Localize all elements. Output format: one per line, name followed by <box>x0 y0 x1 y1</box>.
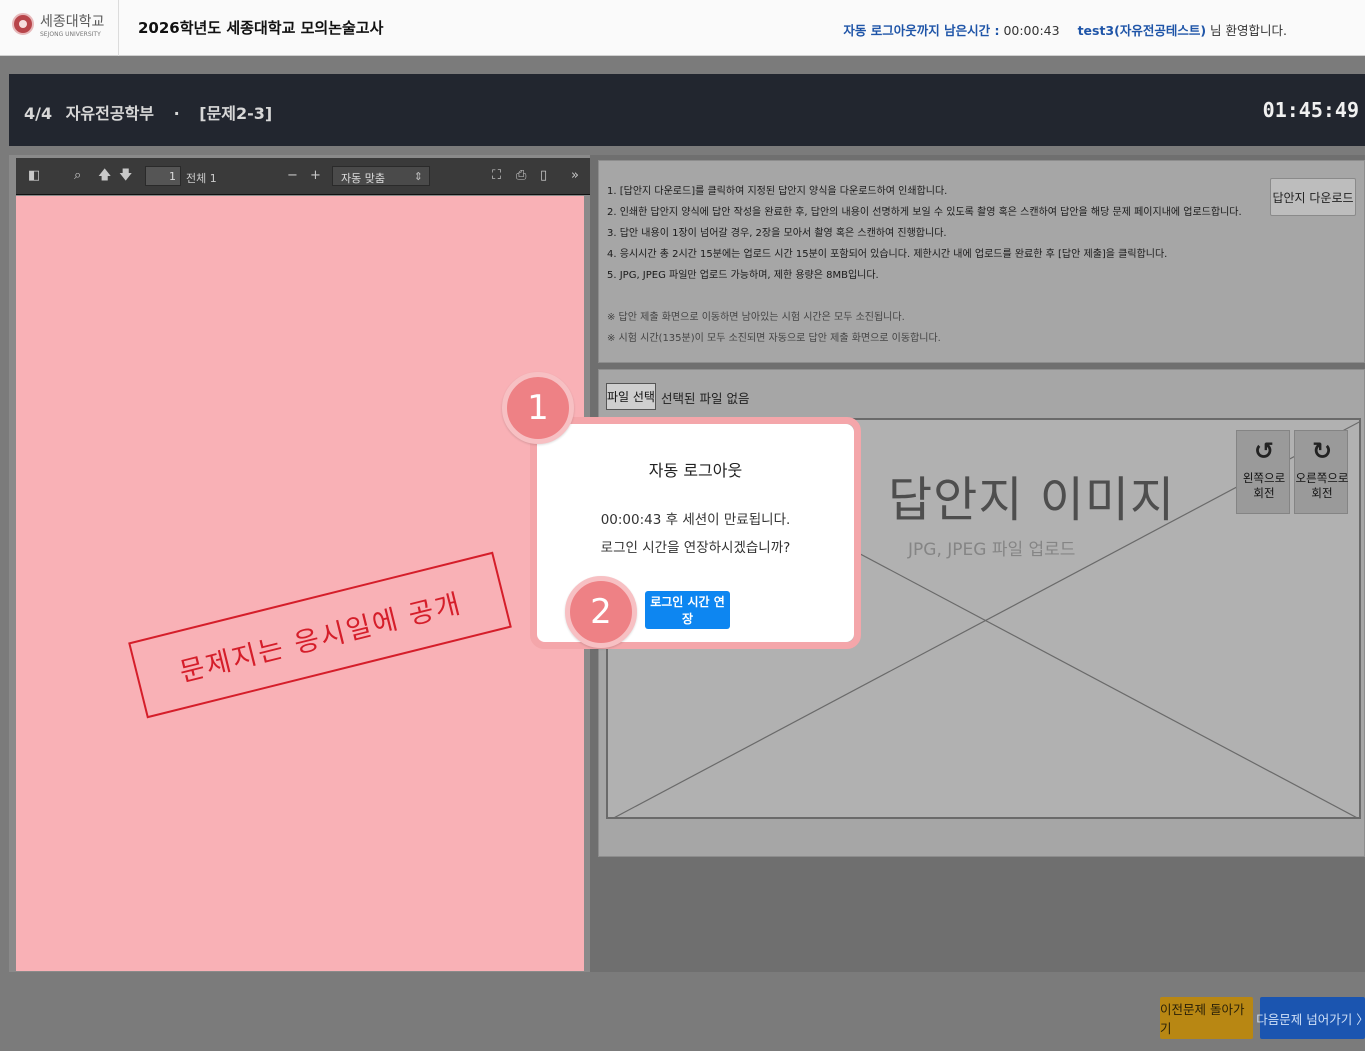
question-header: 4/4 자유전공학부 · [문제2-3] 01:45:49 <box>9 74 1365 146</box>
instruction-line: 2. 인쇄한 답안지 양식에 답안 작성을 완료한 후, 답안의 내용이 선명하… <box>607 207 1242 218</box>
notice-stamp: 문제지는 응시일에 공개 <box>128 551 512 719</box>
rotate-right-icon: ↻ <box>1311 437 1333 465</box>
select-arrows-icon: ⇕ <box>413 170 423 183</box>
page-number-input[interactable]: 1 <box>145 166 181 186</box>
fullscreen-icon[interactable]: ⛶ <box>492 168 501 184</box>
rotate-right-button[interactable]: ↻ 오른쪽으로 회전 <box>1294 430 1348 514</box>
instruction-line: 3. 답안 내용이 1장이 넘어갈 경우, 2장을 모아서 촬영 혹은 스캔하여… <box>607 228 947 239</box>
university-emblem-icon <box>12 13 34 35</box>
question-progress: 4/4 <box>24 104 53 123</box>
answer-sheet-download-button[interactable]: 답안지 다운로드 <box>1270 178 1356 216</box>
welcome-text: 님 환영합니다. <box>1210 23 1287 38</box>
image-placeholder-subtitle: JPG, JPEG 파일 업로드 <box>908 540 1076 560</box>
top-bar: 세종대학교 SEJONG UNIVERSITY 2026학년도 세종대학교 모의… <box>0 0 1365 56</box>
instruction-note: ※ 시험 시간(135분)이 모두 소진되면 자동으로 답안 제출 화면으로 이… <box>607 333 941 344</box>
zoom-in-button[interactable]: + <box>310 168 321 184</box>
department-name: 자유전공학부 <box>65 104 155 123</box>
exam-title: 2026학년도 세종대학교 모의논술고사 <box>138 19 384 37</box>
rotate-left-button[interactable]: ↺ 왼쪽으로 회전 <box>1236 430 1290 514</box>
sidebar-toggle-icon[interactable]: ◧ <box>28 168 40 184</box>
logout-timer-label: 자동 로그아웃까지 남은시간 : <box>843 23 1000 38</box>
question-info: 4/4 자유전공학부 · [문제2-3] <box>24 100 280 124</box>
extend-login-button[interactable]: 로그인 시간 연장 <box>645 591 730 629</box>
logo-korean-name: 세종대학교 <box>40 14 105 30</box>
rotate-left-label: 왼쪽으로 회전 <box>1242 471 1286 500</box>
instructions-box: 1. [답안지 다운로드]를 클릭하여 지정된 답안지 양식을 다운로드하여 인… <box>598 160 1365 363</box>
previous-question-button[interactable]: 이전문제 돌아가기 <box>1160 997 1253 1039</box>
search-icon[interactable]: ⌕ <box>74 168 81 184</box>
dialog-question: 로그인 시간을 연장하시겠습니까? <box>600 540 791 556</box>
rotate-right-label: 오른쪽으로 회전 <box>1295 471 1349 500</box>
zoom-value: 자동 맞춤 <box>341 172 385 185</box>
instruction-line: 4. 응시시간 총 2시간 15분에는 업로드 시간 15분이 포함되어 있습니… <box>607 249 1168 260</box>
dialog-message: 00:00:43 후 세션이 만료됩니다. <box>600 512 791 528</box>
step-marker-1: 1 <box>502 372 574 444</box>
rotate-left-icon: ↺ <box>1253 437 1275 465</box>
instruction-line: 1. [답안지 다운로드]를 클릭하여 지정된 답안지 양식을 다운로드하여 인… <box>607 186 948 197</box>
pdf-page: 문제지는 응시일에 공개 <box>16 196 584 971</box>
image-placeholder-title: 답안지 이미지 <box>888 472 1176 528</box>
instruction-note: ※ 답안 제출 화면으로 이동하면 남아있는 시험 시간은 모두 소진됩니다. <box>607 312 905 323</box>
exam-timer: 01:45:49 <box>1262 98 1359 122</box>
pdf-toolbar: ◧ ⌕ 🡅 🡇 1 전체 1 − + 자동 맞춤 ⇕ ⛶ ⎙ ▯ » <box>16 158 594 195</box>
total-pages: 전체 1 <box>186 172 217 185</box>
zoom-select[interactable]: 자동 맞춤 ⇕ <box>332 166 430 186</box>
step-marker-2: 2 <box>565 576 637 648</box>
logout-timer-value: 00:00:43 <box>1003 23 1060 38</box>
file-select-button[interactable]: 파일 선택 <box>606 383 656 410</box>
more-tools-button[interactable]: » <box>571 168 579 184</box>
previous-page-icon[interactable]: 🡅 <box>98 168 111 184</box>
session-info: 자동 로그아웃까지 남은시간 : 00:00:43 test3(자유전공테스트)… <box>843 20 1287 39</box>
notice-stamp-text: 문제지는 응시일에 공개 <box>176 587 465 688</box>
next-question-button[interactable]: 다음문제 넘어가기 〉 <box>1256 997 1365 1039</box>
header-separator: · <box>173 104 180 123</box>
logo-english-name: SEJONG UNIVERSITY <box>40 31 101 38</box>
instruction-line: 5. JPG, JPEG 파일만 업로드 가능하며, 제한 용량은 8MB입니다… <box>607 270 879 281</box>
zoom-out-button[interactable]: − <box>287 168 298 184</box>
dialog-title: 자동 로그아웃 <box>648 461 743 480</box>
print-icon[interactable]: ⎙ <box>516 168 526 184</box>
user-name: test3(자유전공테스트) <box>1077 23 1207 38</box>
next-page-icon[interactable]: 🡇 <box>119 168 132 184</box>
question-number: [문제2-3] <box>199 104 273 123</box>
divider <box>118 0 119 56</box>
file-status: 선택된 파일 없음 <box>661 391 750 406</box>
download-icon[interactable]: ▯ <box>540 168 547 184</box>
pdf-viewer: ◧ ⌕ 🡅 🡇 1 전체 1 − + 자동 맞춤 ⇕ ⛶ ⎙ ▯ » 문제지는 … <box>9 155 594 972</box>
university-logo: 세종대학교 SEJONG UNIVERSITY <box>12 11 118 45</box>
